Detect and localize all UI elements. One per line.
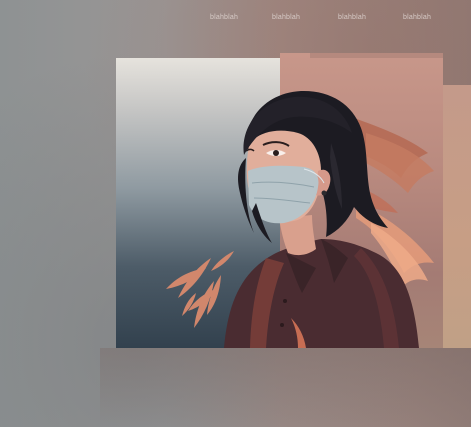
nav-link-1[interactable]: blahblah	[210, 14, 238, 21]
nav-link-2[interactable]: blahblah	[272, 14, 300, 21]
nav-link-3[interactable]: blahblah	[338, 14, 366, 21]
top-navigation: blahblah blahblah blahblah blahblah	[0, 14, 471, 28]
artwork-shadow	[100, 348, 471, 427]
left-leaves-graphic	[166, 251, 234, 328]
page: blahblah blahblah blahblah blahblah	[0, 0, 471, 427]
portrait-illustration	[166, 90, 434, 348]
nav-link-4[interactable]: blahblah	[403, 14, 431, 21]
